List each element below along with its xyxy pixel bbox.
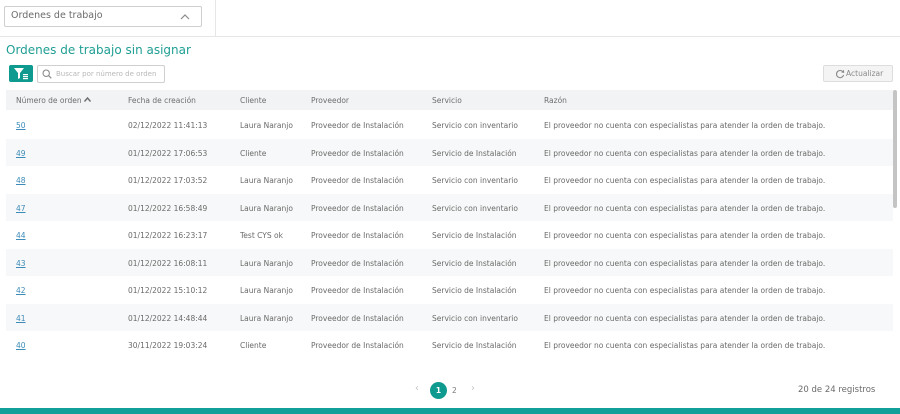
cell-date: 01/12/2022 17:06:53 <box>128 148 208 158</box>
column-header-service: Servicio <box>432 96 462 105</box>
cell-date: 01/12/2022 17:03:52 <box>128 176 208 185</box>
select-value: Ordenes de trabajo <box>11 10 103 21</box>
cell-reason: El proveedor no cuenta con especialistas… <box>544 231 826 240</box>
cell-provider: Proveedor de Instalación <box>311 176 404 185</box>
cell-service: Servicio con inventario <box>432 121 518 130</box>
cell-date: 01/12/2022 16:08:11 <box>128 258 208 268</box>
table-row: 41 01/12/2022 14:48:44 Laura Naranjo Pro… <box>6 303 893 331</box>
cell-service: Servicio de Instalación <box>432 258 517 268</box>
column-header-reason: Razón <box>544 96 567 105</box>
cell-reason: El proveedor no cuenta con especialistas… <box>544 176 826 185</box>
cell-client: Laura Naranjo <box>240 121 293 130</box>
pagination-page-2[interactable]: 2 <box>452 386 457 395</box>
order-link[interactable]: 48 <box>16 176 26 185</box>
cell-service: Servicio con inventario <box>432 203 518 213</box>
cell-client: Laura Naranjo <box>240 313 293 323</box>
cell-reason: El proveedor no cuenta con especialistas… <box>544 313 826 323</box>
cell-service: Servicio con inventario <box>432 176 518 185</box>
cell-date: 30/11/2022 19:03:24 <box>128 341 208 350</box>
order-link[interactable]: 43 <box>16 259 26 268</box>
table-header: Número de orden Fecha de creación Client… <box>6 90 893 110</box>
cell-client: Laura Naranjo <box>240 176 293 185</box>
cell-date: 01/12/2022 15:10:12 <box>128 286 208 295</box>
pagination-next-chevron-right-icon[interactable]: › <box>471 383 475 394</box>
cell-service: Servicio de Instalación <box>432 286 517 295</box>
table-row: 42 01/12/2022 15:10:12 Laura Naranjo Pro… <box>6 276 893 304</box>
column-header-provider: Proveedor <box>311 96 349 105</box>
footer-accent-bar <box>0 408 900 414</box>
cell-reason: El proveedor no cuenta con especialistas… <box>544 258 826 268</box>
cell-client: Test CYS ok <box>240 231 283 240</box>
cell-client: Cliente <box>240 341 267 350</box>
cell-provider: Proveedor de Instalación <box>311 341 404 350</box>
table-row: 47 01/12/2022 16:58:49 Laura Naranjo Pro… <box>6 193 893 221</box>
cell-reason: El proveedor no cuenta con especialistas… <box>544 286 826 295</box>
cell-provider: Proveedor de Instalación <box>311 286 404 295</box>
cell-client: Cliente <box>240 148 267 158</box>
search-input[interactable] <box>56 67 162 81</box>
order-link[interactable]: 41 <box>16 314 26 323</box>
cell-provider: Proveedor de Instalación <box>311 258 404 268</box>
order-link[interactable]: 49 <box>16 149 26 158</box>
table-row: 48 01/12/2022 17:03:52 Laura Naranjo Pro… <box>6 166 893 194</box>
table-scrollbar[interactable] <box>893 90 897 208</box>
cell-service: Servicio de Instalación <box>432 341 517 350</box>
table-row: 40 30/11/2022 19:03:24 Cliente Proveedor… <box>6 331 893 359</box>
cell-provider: Proveedor de Instalación <box>311 231 404 240</box>
cell-date: 01/12/2022 16:58:49 <box>128 203 208 213</box>
table-row: 44 01/12/2022 16:23:17 Test CYS ok Prove… <box>6 221 893 249</box>
sort-chevron-up-icon[interactable] <box>83 95 92 104</box>
cell-client: Laura Naranjo <box>240 203 293 213</box>
refresh-label: Actualizar <box>846 69 884 78</box>
pagination-prev-chevron-left-icon[interactable]: ‹ <box>415 383 419 394</box>
cell-client: Laura Naranjo <box>240 286 293 295</box>
table-row: 50 02/12/2022 11:41:13 Laura Naranjo Pro… <box>6 111 893 139</box>
table-row: 49 01/12/2022 17:06:53 Cliente Proveedor… <box>6 138 893 166</box>
cell-client: Laura Naranjo <box>240 258 293 268</box>
cell-reason: El proveedor no cuenta con especialistas… <box>544 203 826 213</box>
cell-date: 01/12/2022 14:48:44 <box>128 313 208 323</box>
cell-date: 02/12/2022 11:41:13 <box>128 121 208 130</box>
top-divider <box>215 0 216 37</box>
order-link[interactable]: 40 <box>16 341 26 350</box>
filter-icon <box>14 68 28 80</box>
cell-provider: Proveedor de Instalación <box>311 121 404 130</box>
cell-reason: El proveedor no cuenta con especialistas… <box>544 148 826 158</box>
search-field[interactable] <box>37 65 165 83</box>
cell-reason: El proveedor no cuenta con especialistas… <box>544 341 826 350</box>
search-icon <box>42 69 52 79</box>
refresh-icon <box>835 69 845 79</box>
column-header-date: Fecha de creación <box>128 96 196 105</box>
order-link[interactable]: 44 <box>16 231 26 240</box>
filter-button[interactable] <box>9 65 33 82</box>
order-link[interactable]: 47 <box>16 204 26 213</box>
cell-reason: El proveedor no cuenta con especialistas… <box>544 121 826 130</box>
workorder-type-select[interactable]: Ordenes de trabajo <box>4 6 202 27</box>
records-count: 20 de 24 registros <box>798 385 876 395</box>
cell-service: Servicio con inventario <box>432 313 518 323</box>
table-row: 43 01/12/2022 16:08:11 Laura Naranjo Pro… <box>6 248 893 276</box>
chevron-up-icon <box>180 14 190 20</box>
cell-date: 01/12/2022 16:23:17 <box>128 231 208 240</box>
column-header-order[interactable]: Número de orden <box>16 96 82 105</box>
cell-provider: Proveedor de Instalación <box>311 313 404 323</box>
column-header-client: Cliente <box>240 96 267 105</box>
cell-service: Servicio de Instalación <box>432 148 517 158</box>
refresh-button[interactable]: Actualizar <box>823 65 893 82</box>
page-title: Ordenes de trabajo sin asignar <box>6 43 191 57</box>
cell-provider: Proveedor de Instalación <box>311 148 404 158</box>
order-link[interactable]: 50 <box>16 121 26 130</box>
cell-provider: Proveedor de Instalación <box>311 203 404 213</box>
pagination-page-1[interactable]: 1 <box>430 382 447 399</box>
order-link[interactable]: 42 <box>16 286 26 295</box>
cell-service: Servicio de Instalación <box>432 231 517 240</box>
